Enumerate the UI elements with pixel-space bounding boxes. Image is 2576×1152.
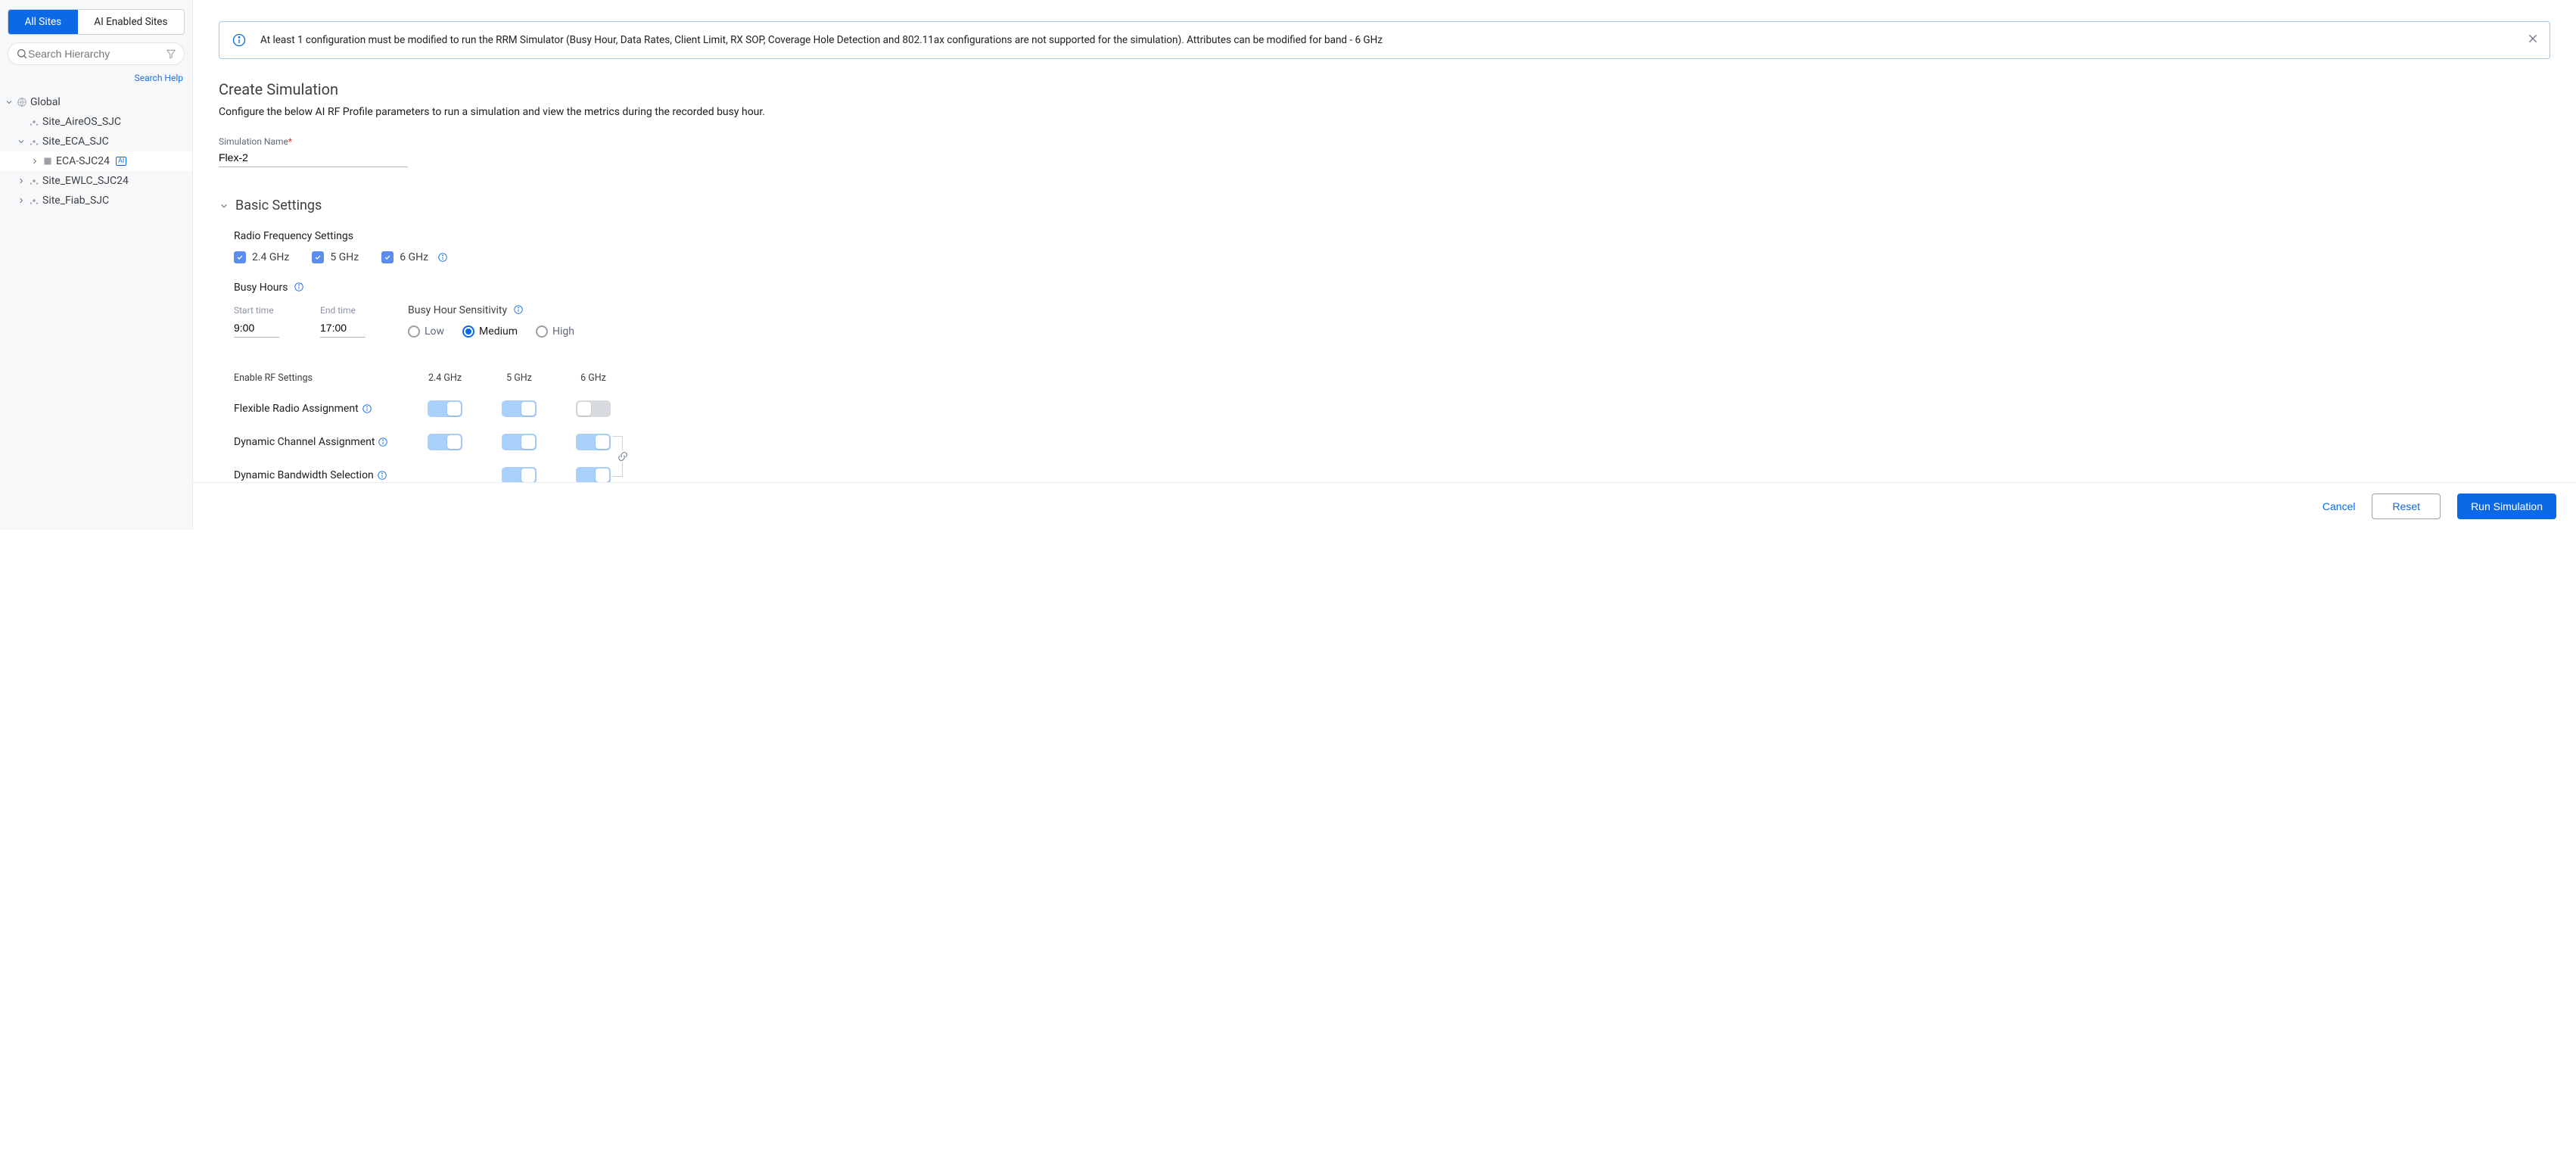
content-area: At least 1 configuration must be modifie…: [193, 0, 2576, 482]
chevron-down-icon: [5, 98, 14, 107]
toggle-fra-5[interactable]: [502, 400, 537, 417]
close-icon[interactable]: [2527, 33, 2539, 45]
tree-root-label: Global: [30, 96, 61, 108]
toggle-dca-24[interactable]: [428, 434, 462, 450]
help-icon[interactable]: [377, 470, 387, 481]
page-title: Create Simulation: [219, 80, 2550, 98]
search-hierarchy[interactable]: [8, 42, 185, 65]
main: At least 1 configuration must be modifie…: [193, 0, 2576, 530]
rf-header-6: 6 GHz: [556, 372, 630, 384]
sim-name-label: Simulation Name*: [219, 136, 408, 147]
building-icon: [42, 156, 53, 167]
tree-item-eca-sjc24[interactable]: ECA-SJC24 AI: [0, 151, 192, 171]
rf-settings-grid: Enable RF Settings 2.4 GHz 5 GHz 6 GHz F…: [234, 372, 2550, 482]
filter-icon[interactable]: [166, 48, 176, 59]
rf-settings-title: Radio Frequency Settings: [234, 230, 2550, 242]
start-time-label: Start time: [234, 305, 279, 316]
chevron-right-icon: [17, 196, 26, 205]
toggle-dca-6[interactable]: [576, 434, 611, 450]
radio-low[interactable]: Low: [408, 325, 444, 338]
chevron-down-icon: [17, 137, 26, 146]
basic-settings-title: Basic Settings: [235, 198, 322, 213]
toggle-fra-24[interactable]: [428, 400, 462, 417]
cancel-button[interactable]: Cancel: [2322, 500, 2356, 512]
ai-badge: AI: [116, 157, 126, 166]
info-banner-text: At least 1 configuration must be modifie…: [260, 34, 1383, 46]
site-tabs: All Sites AI Enabled Sites: [8, 9, 185, 35]
tree-root-global[interactable]: Global: [0, 92, 192, 112]
basic-settings-header[interactable]: Basic Settings: [219, 198, 2550, 213]
checkbox-label: 5 GHz: [330, 251, 359, 263]
site-icon: [29, 136, 39, 147]
row-fra-label: Flexible Radio Assignment: [234, 400, 408, 417]
site-icon: [29, 117, 39, 127]
help-icon[interactable]: [378, 437, 388, 447]
busy-hours-title: Busy Hours: [234, 282, 2550, 294]
start-time-input[interactable]: [234, 319, 279, 338]
footer: Cancel Reset Run Simulation: [193, 482, 2576, 530]
rf-header-24: 2.4 GHz: [408, 372, 482, 384]
sim-name-input[interactable]: [219, 148, 408, 167]
row-dca-label: Dynamic Channel Assignment: [234, 434, 408, 450]
checkbox-6ghz[interactable]: 6 GHz: [381, 251, 448, 263]
tree-item-label: Site_AireOS_SJC: [42, 116, 121, 128]
search-icon: [16, 48, 28, 60]
rf-header-enable: Enable RF Settings: [234, 372, 408, 384]
tree-item-label: ECA-SJC24: [56, 155, 110, 167]
chevron-right-icon: [30, 157, 39, 166]
tree-item-label: Site_EWLC_SJC24: [42, 175, 129, 187]
info-icon: [232, 33, 247, 48]
site-icon: [29, 195, 39, 206]
tab-ai-enabled-sites[interactable]: AI Enabled Sites: [78, 10, 184, 34]
run-simulation-button[interactable]: Run Simulation: [2457, 493, 2556, 519]
chevron-right-icon: [17, 176, 26, 185]
page-subtitle: Configure the below AI RF Profile parame…: [219, 106, 2550, 118]
globe-icon: [17, 97, 27, 107]
tab-all-sites[interactable]: All Sites: [8, 10, 78, 34]
search-help-link[interactable]: Search Help: [135, 73, 183, 83]
radio-medium[interactable]: Medium: [462, 325, 518, 338]
tree-item-eca[interactable]: Site_ECA_SJC: [0, 132, 192, 151]
toggle-fra-6: [576, 400, 611, 417]
chevron-down-icon: [219, 201, 229, 211]
help-icon[interactable]: [294, 282, 304, 292]
row-dbs-label: Dynamic Bandwidth Selection: [234, 467, 408, 482]
tree-item-aireos[interactable]: Site_AireOS_SJC: [0, 112, 192, 132]
end-time-input[interactable]: [320, 319, 366, 338]
end-time-label: End time: [320, 305, 366, 316]
site-tree: Global Site_AireOS_SJC Site_ECA_SJC ECA-…: [0, 92, 192, 210]
toggle-dca-5[interactable]: [502, 434, 537, 450]
tree-item-label: Site_ECA_SJC: [42, 135, 109, 148]
checkbox-2-4ghz[interactable]: 2.4 GHz: [234, 251, 289, 263]
search-input[interactable]: [28, 48, 166, 60]
checkbox-5ghz[interactable]: 5 GHz: [312, 251, 359, 263]
radio-high[interactable]: High: [536, 325, 574, 338]
checkbox-label: 6 GHz: [400, 251, 428, 263]
tree-item-ewlc[interactable]: Site_EWLC_SJC24: [0, 171, 192, 191]
help-icon[interactable]: [513, 304, 524, 315]
toggle-dbs-6[interactable]: [576, 467, 611, 482]
sidebar: All Sites AI Enabled Sites Search Help G…: [0, 0, 193, 530]
tree-item-fiab[interactable]: Site_Fiab_SJC: [0, 191, 192, 210]
site-icon: [29, 176, 39, 186]
reset-button[interactable]: Reset: [2372, 493, 2441, 519]
checkbox-label: 2.4 GHz: [252, 251, 289, 263]
tree-item-label: Site_Fiab_SJC: [42, 195, 109, 207]
help-icon[interactable]: [362, 403, 372, 414]
toggle-dbs-5[interactable]: [502, 467, 537, 482]
help-icon[interactable]: [437, 252, 448, 263]
info-banner: At least 1 configuration must be modifie…: [219, 21, 2550, 59]
link-icon: [617, 450, 629, 462]
sensitivity-title: Busy Hour Sensitivity: [408, 304, 574, 316]
rf-header-5: 5 GHz: [482, 372, 556, 384]
